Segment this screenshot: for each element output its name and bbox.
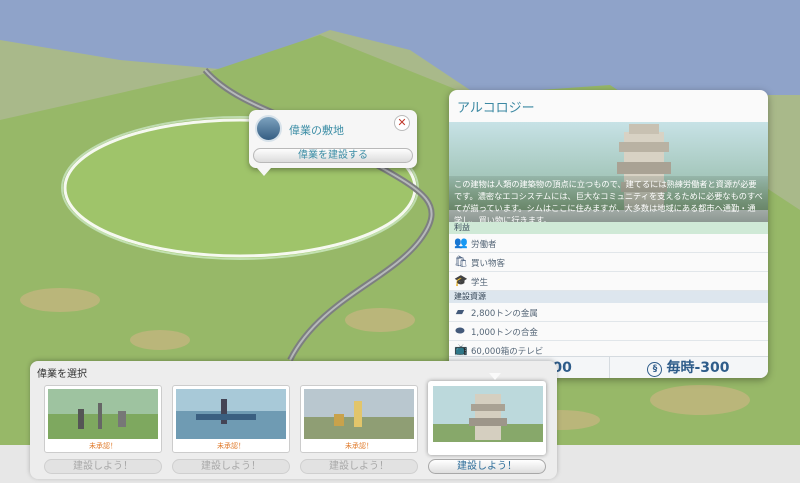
resource-row: ⬬ 1,000トンの合金 <box>449 322 768 341</box>
build-button[interactable]: 建設しよう！ <box>172 459 290 474</box>
hourly-upkeep: § 毎時-300 <box>609 357 768 378</box>
description: この建物は人類の建築物の頂点に立つもので、建てるには熟練労働者と資源が必要です。… <box>449 176 768 222</box>
unbuilt-label: 未承認！ <box>217 442 245 450</box>
site-popup: 偉業の敷地 ✕ 偉業を建設する <box>249 110 417 176</box>
metal-icon: ▰ <box>455 305 465 318</box>
alloy-icon: ⬬ <box>455 324 465 337</box>
build-button[interactable]: 建設しよう！ <box>428 459 546 474</box>
great-work-card[interactable]: 未承認！ <box>44 385 162 453</box>
info-panel: アルコロジー この建物は人類の建築物の頂点に立つもので、建てるには熟練労働者と資… <box>449 90 768 378</box>
card-image <box>433 386 543 442</box>
build-button[interactable]: 建設しよう！ <box>44 459 162 474</box>
info-title: アルコロジー <box>457 101 535 116</box>
great-work-card[interactable]: 未承認！ <box>172 385 290 453</box>
unbuilt-label: 未承認！ <box>345 442 373 450</box>
great-work-card[interactable]: 未承認！ <box>300 385 418 453</box>
resource-row: ▰ 2,800トンの金属 <box>449 303 768 322</box>
selection-pointer <box>489 373 501 380</box>
benefit-row: 🎓 学生 <box>449 272 768 291</box>
simoleon-icon: § <box>647 362 663 377</box>
great-work-card[interactable] <box>428 381 546 455</box>
students-icon: 🎓 <box>454 274 468 287</box>
build-great-work-button[interactable]: 偉業を建設する <box>253 148 413 163</box>
card-image <box>176 389 286 439</box>
card-image <box>304 389 414 439</box>
workers-icon: 👥 <box>454 236 468 249</box>
card-image <box>48 389 158 439</box>
great-work-selector: 偉業を選択 未承認！ 未承認！ 未承認！ 建設しよう！ 建設しよう！ 建設しよう… <box>30 361 557 479</box>
crane-icon <box>255 115 282 142</box>
unbuilt-label: 未承認！ <box>89 442 117 450</box>
build-button[interactable]: 建設しよう！ <box>300 459 418 474</box>
site-popup-title: 偉業の敷地 <box>289 124 344 137</box>
benefit-row: 👥 労働者 <box>449 234 768 253</box>
tv-icon: 📺 <box>454 343 468 356</box>
benefit-row: 🛍 買い物客 <box>449 253 768 272</box>
resources-header: 建設資源 <box>449 291 768 303</box>
close-button[interactable]: ✕ <box>394 115 410 131</box>
shoppers-icon: 🛍 <box>454 255 468 268</box>
benefits-header: 利益 <box>449 222 768 234</box>
selector-title: 偉業を選択 <box>37 369 87 380</box>
